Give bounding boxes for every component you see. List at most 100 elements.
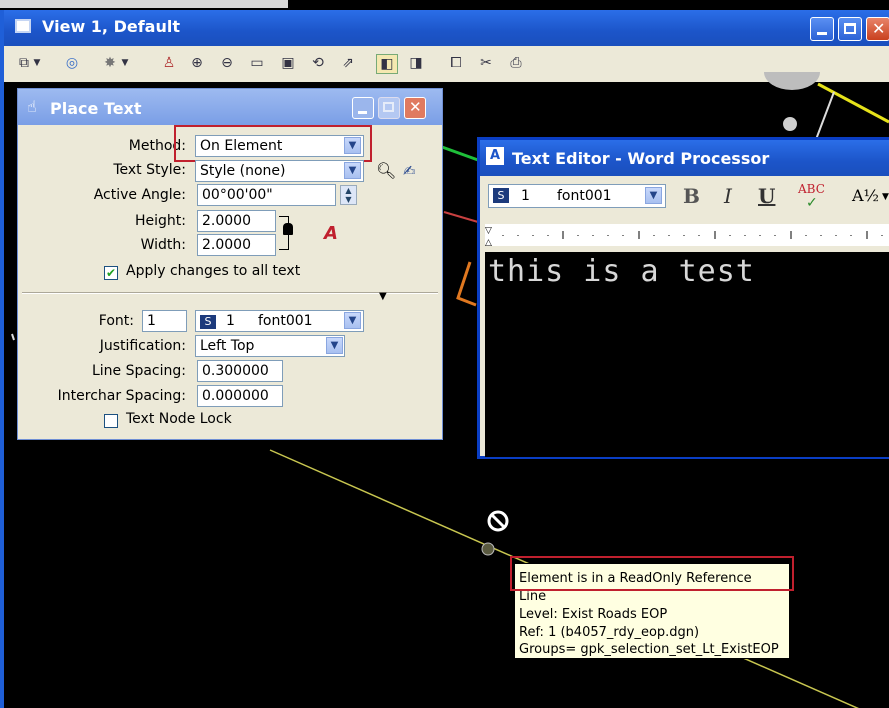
check-icon: ✓: [806, 195, 818, 211]
lights-icon[interactable]: ✸: [100, 54, 120, 72]
fraction-button[interactable]: A½: [852, 186, 879, 205]
view-titlebar[interactable]: View 1, Default ✕: [4, 10, 889, 46]
zoom-out-icon[interactable]: ⊖: [217, 54, 237, 72]
svg-text:△: △: [485, 238, 492, 246]
height-value: 2.0000: [202, 213, 251, 229]
underline-button[interactable]: U: [758, 184, 775, 208]
view-next-icon[interactable]: ◨: [406, 54, 426, 72]
ruler-ticks: ▽ △: [485, 226, 883, 248]
minimize-icon: [817, 32, 827, 35]
line-spacing-label: Line Spacing:: [91, 363, 186, 379]
chevron-down-icon[interactable]: ▼: [326, 337, 343, 354]
minimize-icon: [358, 111, 367, 114]
view-window-icon: [15, 19, 31, 33]
chevron-down-icon[interactable]: ▼: [882, 192, 889, 202]
editor-font-select[interactable]: S 1 font001 ▼: [488, 184, 666, 208]
zoom-in-icon[interactable]: ⊕: [187, 54, 207, 72]
background-window-edge: [0, 0, 288, 8]
copy-view-icon[interactable]: ⧠: [446, 54, 466, 72]
active-angle-label: Active Angle:: [93, 187, 186, 203]
text-style-icon[interactable]: ✍: [403, 162, 416, 180]
text-style-label: Text Style:: [113, 162, 186, 178]
close-icon: ✕: [409, 98, 422, 116]
active-angle-input[interactable]: 00°00'00": [197, 184, 336, 206]
window-area-icon[interactable]: ▭: [247, 54, 267, 72]
font-combo-name: font001: [258, 313, 313, 329]
text-node-lock-checkbox[interactable]: [104, 414, 118, 428]
camera-icon[interactable]: ⎙: [506, 54, 526, 72]
chevron-down-icon[interactable]: ▼: [32, 54, 42, 72]
rotate-view-icon[interactable]: ⟲: [308, 54, 328, 72]
toggle-clip-icon[interactable]: ✂: [476, 54, 496, 72]
view-previous-icon[interactable]: ◧: [376, 54, 398, 74]
minimize-button[interactable]: [352, 97, 374, 119]
chevron-down-icon[interactable]: ▼: [344, 162, 361, 179]
chevron-down-icon[interactable]: ▼: [120, 54, 130, 72]
text-editor-canvas[interactable]: this is a test: [485, 252, 889, 457]
close-button[interactable]: ✕: [866, 17, 889, 41]
width-value: 2.0000: [202, 237, 251, 253]
editor-font-number: 1: [521, 188, 530, 204]
close-button[interactable]: ✕: [404, 97, 426, 119]
green-line: [441, 145, 479, 162]
font-select[interactable]: S 1 font001: [195, 310, 364, 332]
point-element: [783, 117, 797, 131]
text-style-select[interactable]: Style (none): [195, 160, 364, 182]
chevron-down-icon[interactable]: ▼: [344, 312, 361, 329]
active-angle-value: 00°00'00": [202, 187, 273, 203]
text-editor-titlebar[interactable]: A Text Editor - Word Processor: [480, 140, 889, 176]
circle-element: [764, 72, 820, 90]
spell-check-button[interactable]: ABC: [798, 182, 825, 196]
display-style-icon[interactable]: ◎: [62, 54, 82, 72]
update-view-icon[interactable]: ♙: [159, 54, 179, 72]
font-number-input[interactable]: 1: [142, 310, 187, 332]
justification-label: Justification:: [99, 338, 186, 354]
text-style-value: Style (none): [200, 163, 286, 179]
view-attributes-icon[interactable]: ⧉: [14, 54, 34, 72]
interchar-spacing-value: 0.000000: [202, 388, 269, 404]
maximize-icon: [844, 23, 856, 34]
text-node-lock-label: Text Node Lock: [126, 411, 232, 427]
editor-text-content[interactable]: this is a test: [488, 254, 755, 289]
bold-button[interactable]: B: [683, 184, 700, 208]
svg-text:▽: ▽: [485, 226, 492, 236]
interchar-spacing-input[interactable]: 0.000000: [197, 385, 283, 407]
expand-arrow-icon[interactable]: ▼: [379, 291, 387, 302]
snap-point: [481, 542, 495, 556]
justification-select[interactable]: Left Top: [195, 335, 345, 357]
place-text-dialog: ☝ Place Text ✕ Method: On Element ▼ Text…: [17, 88, 443, 440]
angle-spinner[interactable]: ▲ ▼: [340, 185, 357, 205]
readonly-highlight: [510, 556, 794, 591]
fit-view-icon[interactable]: ▣: [278, 54, 298, 72]
separator: [22, 292, 438, 294]
ruler[interactable]: ▽ △: [485, 224, 889, 248]
chevron-down-icon[interactable]: ▼: [645, 187, 662, 204]
apply-changes-label: Apply changes to all text: [126, 263, 301, 279]
width-input[interactable]: 2.0000: [197, 234, 276, 256]
yellow-line: [817, 82, 889, 124]
font-combo-number: 1: [226, 313, 235, 329]
maximize-button[interactable]: [838, 17, 862, 41]
maximize-button[interactable]: [378, 97, 400, 119]
maximize-icon: [383, 102, 394, 112]
lock-icon[interactable]: [283, 223, 293, 235]
font-label: Font:: [98, 313, 134, 329]
line-spacing-input[interactable]: 0.300000: [197, 360, 283, 382]
method-label: Method:: [128, 138, 186, 154]
pan-view-icon[interactable]: ⇗: [338, 54, 358, 72]
tooltip-ref-line: Ref: 1 (b4057_rdy_eop.dgn): [519, 625, 700, 640]
view-title: View 1, Default: [42, 17, 180, 36]
hand-icon: ☝: [27, 97, 37, 116]
place-text-titlebar[interactable]: ☝ Place Text ✕: [18, 89, 442, 125]
line-spacing-value: 0.300000: [202, 363, 269, 379]
height-input[interactable]: 2.0000: [197, 210, 276, 232]
close-icon: ✕: [872, 19, 886, 38]
font-number-value: 1: [147, 313, 156, 329]
magnifier-icon[interactable]: 🔍︎: [376, 161, 396, 180]
italic-button[interactable]: I: [724, 184, 732, 208]
text-editor-title: Text Editor - Word Processor: [512, 149, 770, 168]
text-size-icon[interactable]: A: [324, 223, 338, 244]
place-text-title: Place Text: [50, 99, 142, 118]
apply-changes-checkbox[interactable]: ✔: [104, 266, 118, 280]
minimize-button[interactable]: [810, 17, 834, 41]
